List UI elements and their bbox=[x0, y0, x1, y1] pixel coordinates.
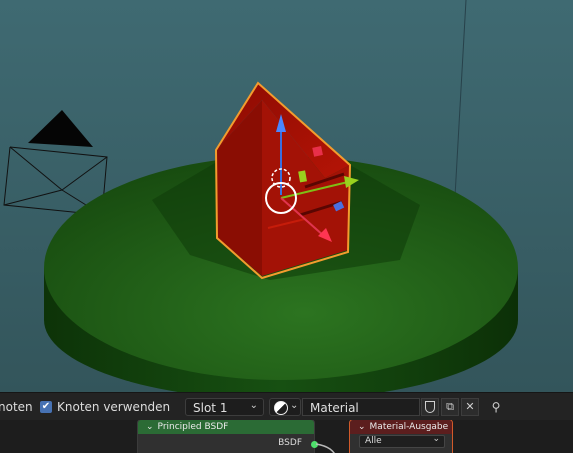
shield-icon bbox=[425, 401, 435, 413]
pin-icon: ⚲ bbox=[491, 400, 501, 414]
gizmo-plane-yz[interactable] bbox=[312, 146, 323, 157]
unlink-material-button[interactable]: ✕ bbox=[461, 398, 479, 416]
chevron-down-icon: ⌄ bbox=[432, 434, 440, 444]
node-editor-header: noten ✔ Knoten verwenden Slot 1 ⌄ ⌄ Mate… bbox=[0, 392, 573, 421]
chevron-down-icon: ⌄ bbox=[290, 400, 299, 411]
target-value: Alle bbox=[365, 436, 382, 446]
close-icon: ✕ bbox=[465, 400, 475, 413]
slot-value: Slot 1 bbox=[193, 401, 228, 415]
node-link bbox=[315, 443, 336, 453]
material-sphere-icon bbox=[274, 401, 288, 415]
node-title: Material-Ausgabe bbox=[369, 422, 449, 432]
chevron-down-icon: ⌄ bbox=[249, 400, 258, 411]
material-browse-button[interactable]: ⌄ bbox=[269, 398, 301, 416]
slot-dropdown[interactable]: Slot 1 ⌄ bbox=[185, 398, 264, 416]
checkmark-icon: ✔ bbox=[41, 401, 51, 412]
node-editor-canvas[interactable]: ⌄ Principled BSDF BSDF ⌄ Material-Ausgabe … bbox=[0, 420, 573, 453]
target-dropdown[interactable]: Alle ⌄ bbox=[359, 434, 445, 448]
node-header: ⌄ Material-Ausgabe bbox=[350, 420, 452, 434]
collapse-chevron-icon: ⌄ bbox=[358, 422, 366, 432]
use-nodes-checkbox[interactable]: ✔ bbox=[40, 401, 52, 413]
use-nodes-label: Knoten verwenden bbox=[57, 400, 171, 414]
fake-user-button[interactable] bbox=[421, 398, 439, 416]
pin-button[interactable]: ⚲ bbox=[487, 399, 505, 417]
duplicate-icon: ⧉ bbox=[446, 400, 454, 413]
duplicate-material-button[interactable]: ⧉ bbox=[441, 398, 459, 416]
material-name-value: Material bbox=[310, 401, 359, 415]
material-output-node[interactable]: ⌄ Material-Ausgabe Alle ⌄ bbox=[349, 420, 453, 453]
material-name-field[interactable]: Material bbox=[302, 398, 420, 416]
truncated-label: noten bbox=[0, 400, 33, 414]
3d-viewport[interactable] bbox=[0, 0, 573, 392]
